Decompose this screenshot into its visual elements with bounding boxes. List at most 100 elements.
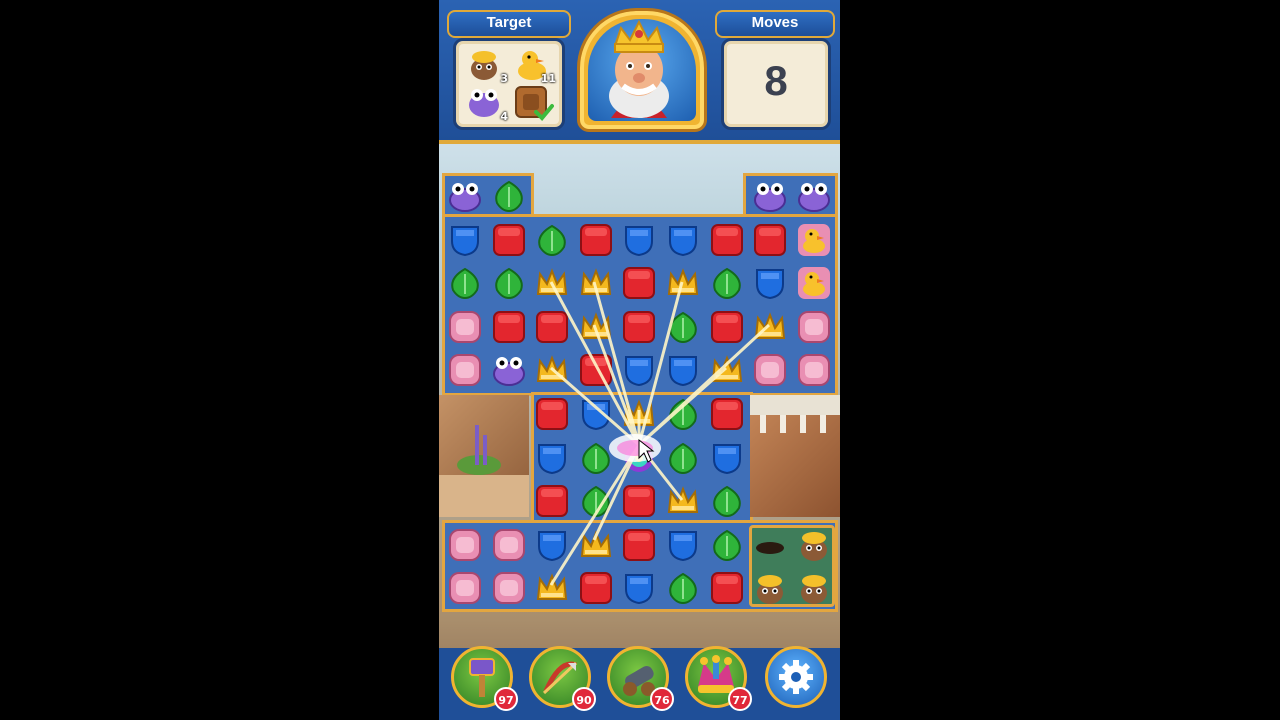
board-cell[interactable] <box>619 394 659 434</box>
cube-tile-icon <box>710 397 744 431</box>
board-cell[interactable] <box>532 220 572 260</box>
board-cell[interactable] <box>576 568 616 608</box>
board-cell[interactable] <box>619 307 659 347</box>
leaf-tile-icon <box>666 571 700 605</box>
board-cell[interactable] <box>707 220 747 260</box>
board-cell[interactable] <box>445 263 485 303</box>
crown-tile-icon <box>579 528 613 562</box>
board-cell[interactable] <box>707 307 747 347</box>
board-cell[interactable] <box>663 394 703 434</box>
board-cell[interactable] <box>445 220 485 260</box>
board-cell[interactable] <box>750 263 790 303</box>
board-cell[interactable] <box>794 176 834 216</box>
board-cell[interactable] <box>576 350 616 390</box>
board-cell[interactable] <box>445 176 485 216</box>
leaf-tile-icon <box>666 397 700 431</box>
board-cell[interactable] <box>445 525 485 565</box>
shield-tile-icon <box>666 353 700 387</box>
board-cell[interactable] <box>707 438 747 478</box>
board-cell[interactable] <box>794 350 834 390</box>
board-cell[interactable] <box>619 263 659 303</box>
board-cell[interactable] <box>532 350 572 390</box>
leaf-tile-icon <box>666 441 700 475</box>
board-cell[interactable] <box>750 220 790 260</box>
board-cell[interactable] <box>532 263 572 303</box>
board-cell[interactable] <box>489 176 529 216</box>
board-cell[interactable] <box>532 481 572 521</box>
leaf-tile-icon <box>448 266 482 300</box>
board-cell[interactable] <box>794 525 834 565</box>
board-cell[interactable] <box>794 307 834 347</box>
pink-tile-icon <box>492 528 526 562</box>
board-cell[interactable] <box>619 438 659 478</box>
board-cell[interactable] <box>750 350 790 390</box>
board-cell[interactable] <box>750 525 790 565</box>
board-cell[interactable] <box>794 263 834 303</box>
board-cell[interactable] <box>532 307 572 347</box>
board-cell[interactable] <box>750 176 790 216</box>
board-cell[interactable] <box>619 525 659 565</box>
board-cell[interactable] <box>619 350 659 390</box>
board-cell[interactable] <box>576 481 616 521</box>
settings-button[interactable] <box>765 646 827 708</box>
board-cell[interactable] <box>663 263 703 303</box>
board-cell[interactable] <box>532 568 572 608</box>
board-cell[interactable] <box>707 394 747 434</box>
leaf-tile-icon <box>492 266 526 300</box>
board-cell[interactable] <box>576 263 616 303</box>
hammer-booster[interactable]: 97 <box>451 646 518 711</box>
board-cell[interactable] <box>576 525 616 565</box>
board-cell[interactable] <box>663 350 703 390</box>
board-cell[interactable] <box>489 220 529 260</box>
pink-tile-icon <box>492 571 526 605</box>
frog-tile-icon <box>753 179 787 213</box>
board-cell[interactable] <box>794 568 834 608</box>
board-cell[interactable] <box>489 307 529 347</box>
board-cell[interactable] <box>663 481 703 521</box>
check-icon <box>534 104 554 121</box>
board-cell[interactable] <box>707 263 747 303</box>
board-cell[interactable] <box>445 307 485 347</box>
board-cell[interactable] <box>707 525 747 565</box>
jester-booster[interactable]: 77 <box>685 646 752 711</box>
board-cell[interactable] <box>532 394 572 434</box>
board-cell[interactable] <box>663 525 703 565</box>
cube-tile-icon <box>535 310 569 344</box>
board-cell[interactable] <box>663 220 703 260</box>
decor-room-right <box>750 395 840 517</box>
board-cell[interactable] <box>663 568 703 608</box>
shield-tile-icon <box>622 223 656 257</box>
arrow-booster[interactable]: 90 <box>529 646 596 711</box>
board-cell[interactable] <box>707 568 747 608</box>
board-cell[interactable] <box>576 220 616 260</box>
shield-tile-icon <box>666 528 700 562</box>
board-cell[interactable] <box>619 481 659 521</box>
board-cell[interactable] <box>445 350 485 390</box>
board-cell[interactable] <box>750 307 790 347</box>
board-cell[interactable] <box>663 438 703 478</box>
board-cell[interactable] <box>445 568 485 608</box>
game-board <box>439 170 840 615</box>
board-cell[interactable] <box>619 568 659 608</box>
cube-tile-icon <box>579 353 613 387</box>
gear-icon <box>779 660 813 694</box>
board-cell[interactable] <box>707 350 747 390</box>
board-cell[interactable] <box>532 438 572 478</box>
board-cell[interactable] <box>576 307 616 347</box>
cube-tile-icon <box>710 223 744 257</box>
board-cell[interactable] <box>576 394 616 434</box>
board-cell[interactable] <box>794 220 834 260</box>
board-cell[interactable] <box>532 525 572 565</box>
board-cell[interactable] <box>489 525 529 565</box>
board-cell[interactable] <box>489 350 529 390</box>
board-cell[interactable] <box>489 568 529 608</box>
board-cell[interactable] <box>619 220 659 260</box>
board-cell[interactable] <box>663 307 703 347</box>
board-cell[interactable] <box>576 438 616 478</box>
board-cell[interactable] <box>707 481 747 521</box>
board-cell[interactable] <box>489 263 529 303</box>
leaf-tile-icon <box>666 310 700 344</box>
crown-tile-icon <box>710 353 744 387</box>
cannon-booster[interactable]: 76 <box>607 646 674 711</box>
board-cell[interactable] <box>750 568 790 608</box>
